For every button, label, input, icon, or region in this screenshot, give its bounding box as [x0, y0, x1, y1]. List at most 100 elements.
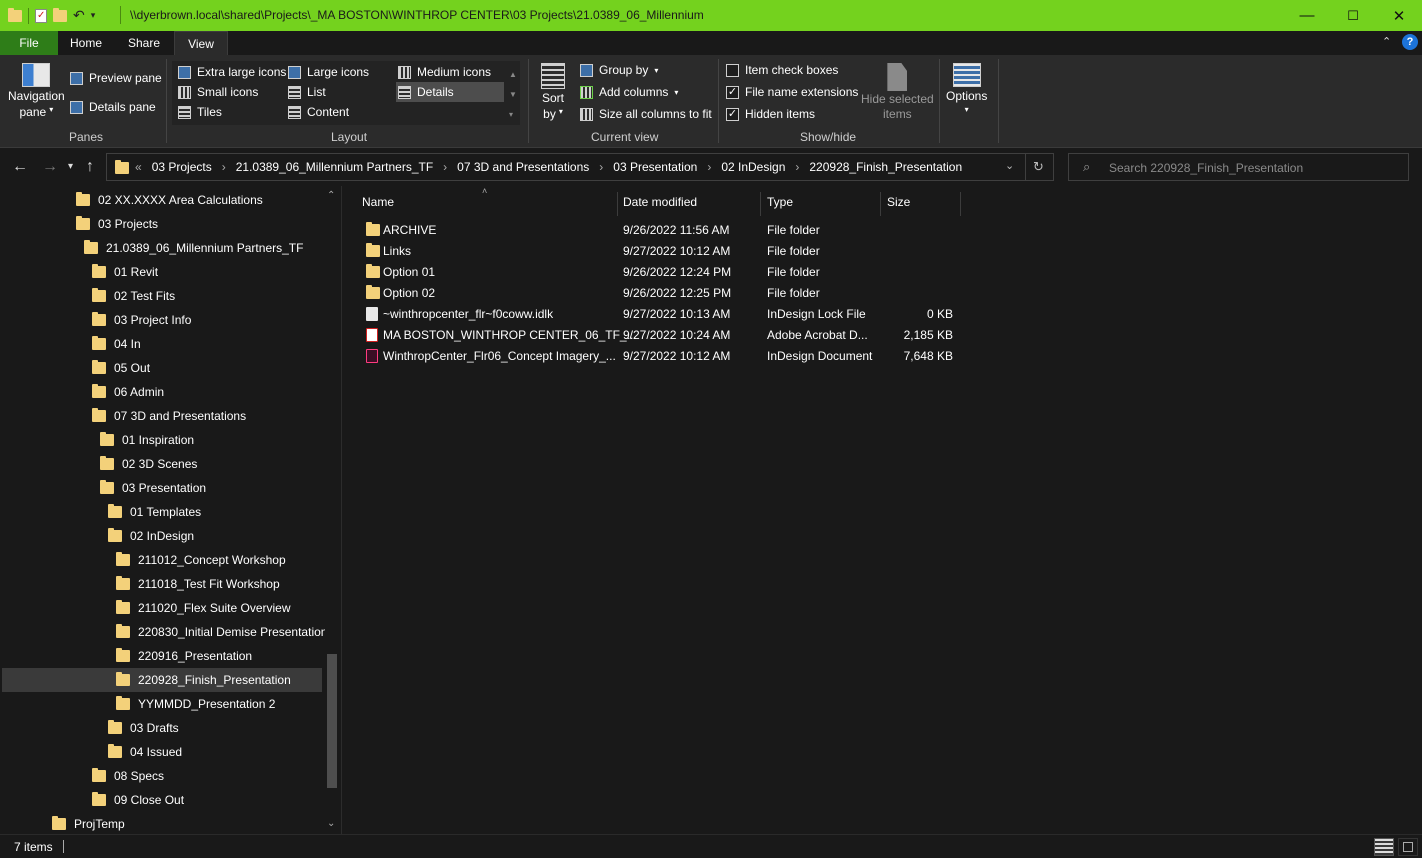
- sort-by-button[interactable]: Sort by ▾: [541, 63, 565, 121]
- tree-item[interactable]: 220830_Initial Demise Presentation: [116, 620, 327, 644]
- forward-icon[interactable]: →: [42, 158, 58, 176]
- search-input[interactable]: Search 220928_Finish_Presentation: [1109, 161, 1303, 175]
- file-name-extensions-toggle[interactable]: ✓ File name extensions: [726, 85, 858, 99]
- file-row[interactable]: ~winthropcenter_flr~f0coww.idlk 9/27/202…: [360, 304, 960, 325]
- file-row[interactable]: Option 01 9/26/2022 12:24 PM File folder: [360, 262, 960, 283]
- tree-item[interactable]: 01 Templates: [108, 500, 201, 524]
- layout-large-icons[interactable]: Large icons: [288, 65, 369, 79]
- breadcrumb-item[interactable]: 03 Projects: [152, 160, 212, 174]
- tree-item[interactable]: 02 InDesign: [108, 524, 194, 548]
- file-row[interactable]: MA BOSTON_WINTHROP CENTER_06_TF_... 9/27…: [360, 325, 960, 346]
- scroll-up-icon[interactable]: ⌃: [327, 190, 335, 201]
- layout-medium-icons[interactable]: Medium icons: [398, 65, 491, 79]
- column-header-type[interactable]: Type: [761, 192, 881, 216]
- file-row[interactable]: WinthropCenter_Flr06_Concept Imagery_...…: [360, 346, 960, 367]
- tree-item[interactable]: 09 Close Out: [92, 788, 184, 812]
- tree-item[interactable]: 07 3D and Presentations: [92, 404, 246, 428]
- refresh-icon[interactable]: ↻: [1033, 159, 1044, 175]
- preview-pane-button[interactable]: Preview pane: [70, 71, 162, 85]
- details-view-icon[interactable]: [1374, 838, 1394, 856]
- chevron-down-icon[interactable]: ⌄: [1005, 159, 1014, 172]
- column-header-size[interactable]: Size: [881, 192, 961, 216]
- back-icon[interactable]: ←: [12, 158, 28, 176]
- breadcrumb-item[interactable]: 07 3D and Presentations: [457, 160, 589, 174]
- breadcrumb-item[interactable]: 03 Presentation: [613, 160, 697, 174]
- tab-view[interactable]: View: [174, 31, 228, 55]
- tree-item[interactable]: 02 3D Scenes: [100, 452, 197, 476]
- tree-item[interactable]: 04 Issued: [108, 740, 182, 764]
- tree-item[interactable]: ProjTemp: [52, 812, 125, 834]
- chevron-right-icon[interactable]: ›: [795, 160, 799, 174]
- chevron-down-icon[interactable]: ▾: [91, 10, 96, 21]
- address-bar[interactable]: « 03 Projects › 21.0389_06_Millennium Par…: [106, 153, 1054, 181]
- chevron-up-icon[interactable]: ⌃: [1382, 35, 1391, 48]
- large-icons-view-icon[interactable]: [1398, 838, 1418, 856]
- up-icon[interactable]: ↑: [86, 158, 94, 176]
- tab-home[interactable]: Home: [58, 31, 114, 55]
- tree-item[interactable]: 03 Drafts: [108, 716, 179, 740]
- tree-item[interactable]: 03 Presentation: [100, 476, 206, 500]
- tree-item[interactable]: 03 Projects: [76, 212, 158, 236]
- layout-extra-large-icons[interactable]: Extra large icons: [178, 65, 286, 79]
- tree-item[interactable]: 08 Specs: [92, 764, 164, 788]
- layout-small-icons[interactable]: Small icons: [178, 85, 258, 99]
- tree-item[interactable]: 05 Out: [92, 356, 150, 380]
- breadcrumb-item[interactable]: 220928_Finish_Presentation: [809, 160, 962, 174]
- add-columns-button[interactable]: Add columns ▾: [580, 85, 678, 99]
- tree-item[interactable]: 01 Revit: [92, 260, 158, 284]
- column-header-date[interactable]: Date modified: [617, 192, 761, 216]
- hidden-items-toggle[interactable]: ✓ Hidden items: [726, 107, 815, 121]
- recent-locations-icon[interactable]: ▾: [68, 161, 73, 172]
- size-all-columns-button[interactable]: Size all columns to fit: [580, 107, 712, 121]
- close-button[interactable]: ✕: [1376, 0, 1422, 31]
- breadcrumb-item[interactable]: 02 InDesign: [721, 160, 785, 174]
- tree-item[interactable]: YYMMDD_Presentation 2: [116, 692, 275, 716]
- tree-item[interactable]: 03 Project Info: [92, 308, 191, 332]
- file-row[interactable]: Option 02 9/26/2022 12:25 PM File folder: [360, 283, 960, 304]
- hide-selected-items-button[interactable]: Hide selected items: [861, 63, 934, 121]
- tree-item[interactable]: 04 In: [92, 332, 141, 356]
- tab-file[interactable]: File: [0, 31, 58, 55]
- layout-scroll-icon[interactable]: ▲ ▼ ▾: [509, 65, 517, 125]
- scroll-down-icon[interactable]: ⌄: [327, 818, 335, 829]
- overflow-icon[interactable]: «: [135, 160, 142, 174]
- file-row[interactable]: ARCHIVE 9/26/2022 11:56 AM File folder: [360, 220, 960, 241]
- help-icon[interactable]: ?: [1402, 34, 1418, 50]
- layout-tiles[interactable]: Tiles: [178, 105, 222, 119]
- tree-item[interactable]: 01 Inspiration: [100, 428, 194, 452]
- maximize-button[interactable]: ☐: [1330, 0, 1376, 31]
- tree-item[interactable]: 211012_Concept Workshop: [116, 548, 286, 572]
- tree-item[interactable]: 02 Test Fits: [92, 284, 175, 308]
- tree-item[interactable]: 06 Admin: [92, 380, 164, 404]
- search-box[interactable]: ⌕ Search 220928_Finish_Presentation: [1068, 153, 1409, 181]
- properties-icon[interactable]: ✓: [35, 8, 47, 23]
- undo-icon[interactable]: ↶: [73, 7, 85, 24]
- file-row[interactable]: Links 9/27/2022 10:12 AM File folder: [360, 241, 960, 262]
- tree-item[interactable]: 02 XX.XXXX Area Calculations: [76, 188, 263, 212]
- group-by-button[interactable]: Group by ▾: [580, 63, 658, 77]
- scrollbar-thumb[interactable]: [327, 654, 337, 788]
- navigation-pane-button[interactable]: Navigation pane ▾: [8, 63, 65, 119]
- tree-item-label: 21.0389_06_Millennium Partners_TF: [106, 241, 304, 255]
- tree-item[interactable]: 211020_Flex Suite Overview: [116, 596, 291, 620]
- chevron-right-icon[interactable]: ›: [707, 160, 711, 174]
- details-pane-button[interactable]: Details pane: [70, 100, 156, 114]
- layout-details[interactable]: Details: [398, 85, 454, 99]
- chevron-right-icon[interactable]: ›: [443, 160, 447, 174]
- nav-scrollbar[interactable]: ⌃ ⌄: [325, 186, 339, 834]
- tab-share[interactable]: Share: [114, 31, 174, 55]
- tree-item[interactable]: 211018_Test Fit Workshop: [116, 572, 280, 596]
- new-folder-icon[interactable]: [53, 7, 67, 22]
- breadcrumb-item[interactable]: 21.0389_06_Millennium Partners_TF: [236, 160, 433, 174]
- tree-item[interactable]: 220916_Presentation: [116, 644, 252, 668]
- tree-item-selected[interactable]: 220928_Finish_Presentation: [2, 668, 322, 692]
- tree-item[interactable]: 21.0389_06_Millennium Partners_TF: [84, 236, 303, 260]
- options-button[interactable]: Options ▾: [946, 63, 987, 114]
- layout-content[interactable]: Content: [288, 105, 349, 119]
- column-header-name[interactable]: Name: [356, 192, 618, 216]
- layout-list[interactable]: List: [288, 85, 326, 99]
- minimize-button[interactable]: —: [1284, 0, 1330, 31]
- chevron-right-icon[interactable]: ›: [222, 160, 226, 174]
- item-check-boxes-toggle[interactable]: Item check boxes: [726, 63, 838, 77]
- chevron-right-icon[interactable]: ›: [599, 160, 603, 174]
